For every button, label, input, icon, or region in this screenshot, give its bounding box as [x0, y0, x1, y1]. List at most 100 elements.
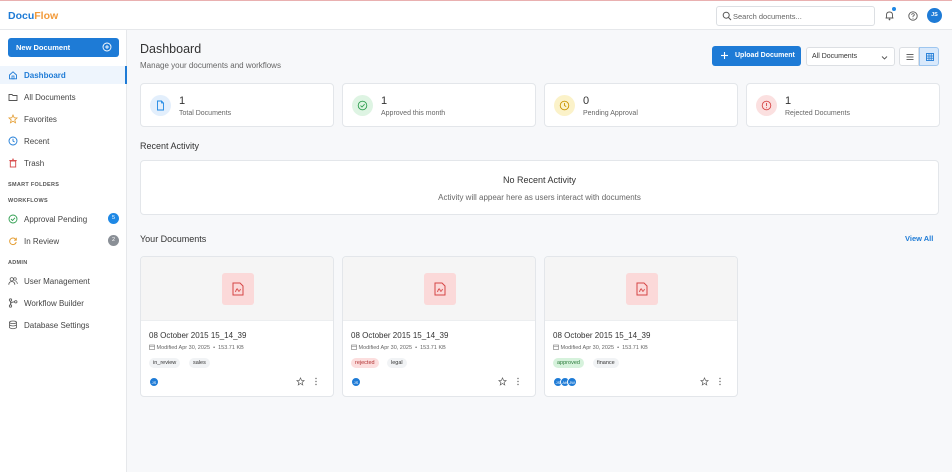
document-card[interactable]: 08 October 2015 15_14_39 Modified Apr 30… — [544, 256, 738, 397]
search-input[interactable]: Search documents... — [716, 6, 875, 26]
sidebar-item-label: Approval Pending — [24, 215, 88, 224]
more-vertical-icon[interactable] — [717, 377, 723, 386]
stat-icon-wrap — [554, 95, 575, 116]
document-name: 08 October 2015 15_14_39 — [149, 331, 247, 340]
sidebar-item-user-management[interactable]: User Management — [0, 272, 127, 290]
stat-value: 1 — [179, 95, 186, 107]
stat-label: Approved this month — [381, 110, 446, 117]
star-icon[interactable] — [700, 377, 709, 386]
tag-in-review[interactable]: in_review — [149, 358, 181, 368]
sidebar-item-database-settings[interactable]: Database Settings — [0, 316, 127, 334]
sidebar-item-label: User Management — [24, 277, 90, 286]
new-document-label: New Document — [16, 43, 71, 52]
sidebar-item-label: Trash — [24, 159, 45, 168]
alert-circle-icon — [761, 100, 772, 111]
sidebar-item-recent[interactable]: Recent — [0, 132, 127, 150]
empty-state-subtitle: Activity will appear here as users inter… — [438, 193, 641, 202]
help-icon[interactable] — [908, 11, 918, 21]
stat-icon-wrap — [150, 95, 171, 116]
stat-value: 1 — [785, 95, 792, 107]
stat-value: 1 — [381, 95, 388, 107]
document-thumbnail — [545, 257, 737, 321]
new-document-button[interactable]: New Document — [8, 38, 119, 57]
stat-label: Rejected Documents — [785, 110, 850, 117]
file-size: 153.71 KB — [218, 345, 244, 351]
sidebar-item-all-documents[interactable]: All Documents — [0, 88, 127, 106]
sidebar-item-workflow-builder[interactable]: Workflow Builder — [0, 294, 127, 312]
empty-state-title: No Recent Activity — [502, 175, 577, 185]
chevron-down-icon — [881, 56, 888, 60]
upload-document-label: Upload Document — [735, 52, 795, 59]
tag-finance[interactable]: finance — [593, 358, 619, 368]
stat-card-pending: 0 Pending Approval — [544, 83, 738, 127]
calendar-icon — [351, 344, 357, 350]
user-avatar[interactable]: JS — [927, 8, 942, 23]
pdf-icon-wrap — [626, 273, 658, 305]
recent-activity-heading: Recent Activity — [140, 141, 200, 151]
modified-date: Modified Apr 30, 2025 — [358, 345, 413, 351]
view-all-link[interactable]: View All — [905, 234, 933, 243]
app-logo[interactable]: DocuFlow — [8, 10, 58, 22]
admin-heading: ADMIN — [8, 260, 28, 266]
document-name: 08 October 2015 15_14_39 — [553, 331, 651, 340]
grid-icon — [926, 53, 934, 61]
sidebar-item-label: Workflow Builder — [24, 299, 84, 308]
document-filter-select[interactable]: All Documents — [806, 47, 895, 66]
pdf-file-icon — [232, 282, 244, 296]
stat-card-total-documents: 1 Total Documents — [140, 83, 334, 127]
pdf-file-icon — [636, 282, 648, 296]
sidebar-item-favorites[interactable]: Favorites — [0, 110, 127, 128]
bell-icon[interactable] — [884, 10, 895, 21]
avatar: JS — [149, 377, 159, 387]
avatar: JS — [351, 377, 361, 387]
sidebar-item-approval-pending[interactable]: Approval Pending 5 — [0, 210, 127, 228]
users-icon — [8, 277, 18, 285]
grid-view-button[interactable] — [919, 47, 939, 66]
more-vertical-icon[interactable] — [313, 377, 319, 386]
workflow-icon — [8, 298, 18, 308]
stat-card-approved: 1 Approved this month — [342, 83, 536, 127]
tag-approved[interactable]: approved — [553, 358, 584, 368]
your-documents-heading: Your Documents — [140, 234, 207, 244]
sidebar-item-label: Dashboard — [24, 71, 66, 80]
avatar: JW — [567, 377, 577, 387]
filter-value: All Documents — [812, 53, 858, 60]
star-icon[interactable] — [296, 377, 305, 386]
more-vertical-icon[interactable] — [515, 377, 521, 386]
list-view-button[interactable] — [899, 47, 919, 66]
modified-date: Modified Apr 30, 2025 — [560, 345, 615, 351]
sidebar-item-label: Favorites — [24, 115, 57, 124]
calendar-icon — [553, 344, 559, 350]
sidebar-item-label: In Review — [24, 237, 60, 246]
sidebar-item-in-review[interactable]: In Review 2 — [0, 232, 127, 250]
upload-document-button[interactable]: Upload Document — [712, 46, 801, 66]
top-bar: DocuFlow Search documents... JS — [0, 0, 952, 30]
document-card[interactable]: 08 October 2015 15_14_39 Modified Apr 30… — [342, 256, 536, 397]
document-meta: Modified Apr 30, 2025 • 153.71 KB — [149, 344, 244, 351]
folder-icon — [8, 94, 18, 101]
smart-folders-heading: SMART FOLDERS — [8, 182, 60, 188]
document-card[interactable]: 08 October 2015 15_14_39 Modified Apr 30… — [140, 256, 334, 397]
document-thumbnail — [343, 257, 535, 321]
tag-sales[interactable]: sales — [189, 358, 210, 368]
stat-value: 0 — [583, 95, 590, 107]
sidebar-item-dashboard[interactable]: Dashboard — [0, 66, 127, 84]
file-size: 153.71 KB — [622, 345, 648, 351]
stat-icon-wrap — [352, 95, 373, 116]
notification-dot — [892, 7, 896, 11]
count-badge: 5 — [108, 213, 119, 224]
check-circle-icon — [357, 100, 368, 111]
document-meta: Modified Apr 30, 2025 • 153.71 KB — [351, 344, 446, 351]
page-subtitle: Manage your documents and workflows — [140, 61, 281, 70]
document-name: 08 October 2015 15_14_39 — [351, 331, 449, 340]
check-circle-icon — [8, 214, 18, 224]
pdf-icon-wrap — [222, 273, 254, 305]
tag-rejected[interactable]: rejected — [351, 358, 379, 368]
sidebar-item-trash[interactable]: Trash — [0, 154, 127, 172]
star-icon[interactable] — [498, 377, 507, 386]
plus-circle-icon — [102, 42, 112, 52]
workflows-heading: WORKFLOWS — [8, 198, 48, 204]
search-placeholder: Search documents... — [733, 12, 802, 21]
stat-label: Pending Approval — [583, 110, 638, 117]
tag-legal[interactable]: legal — [387, 358, 407, 368]
